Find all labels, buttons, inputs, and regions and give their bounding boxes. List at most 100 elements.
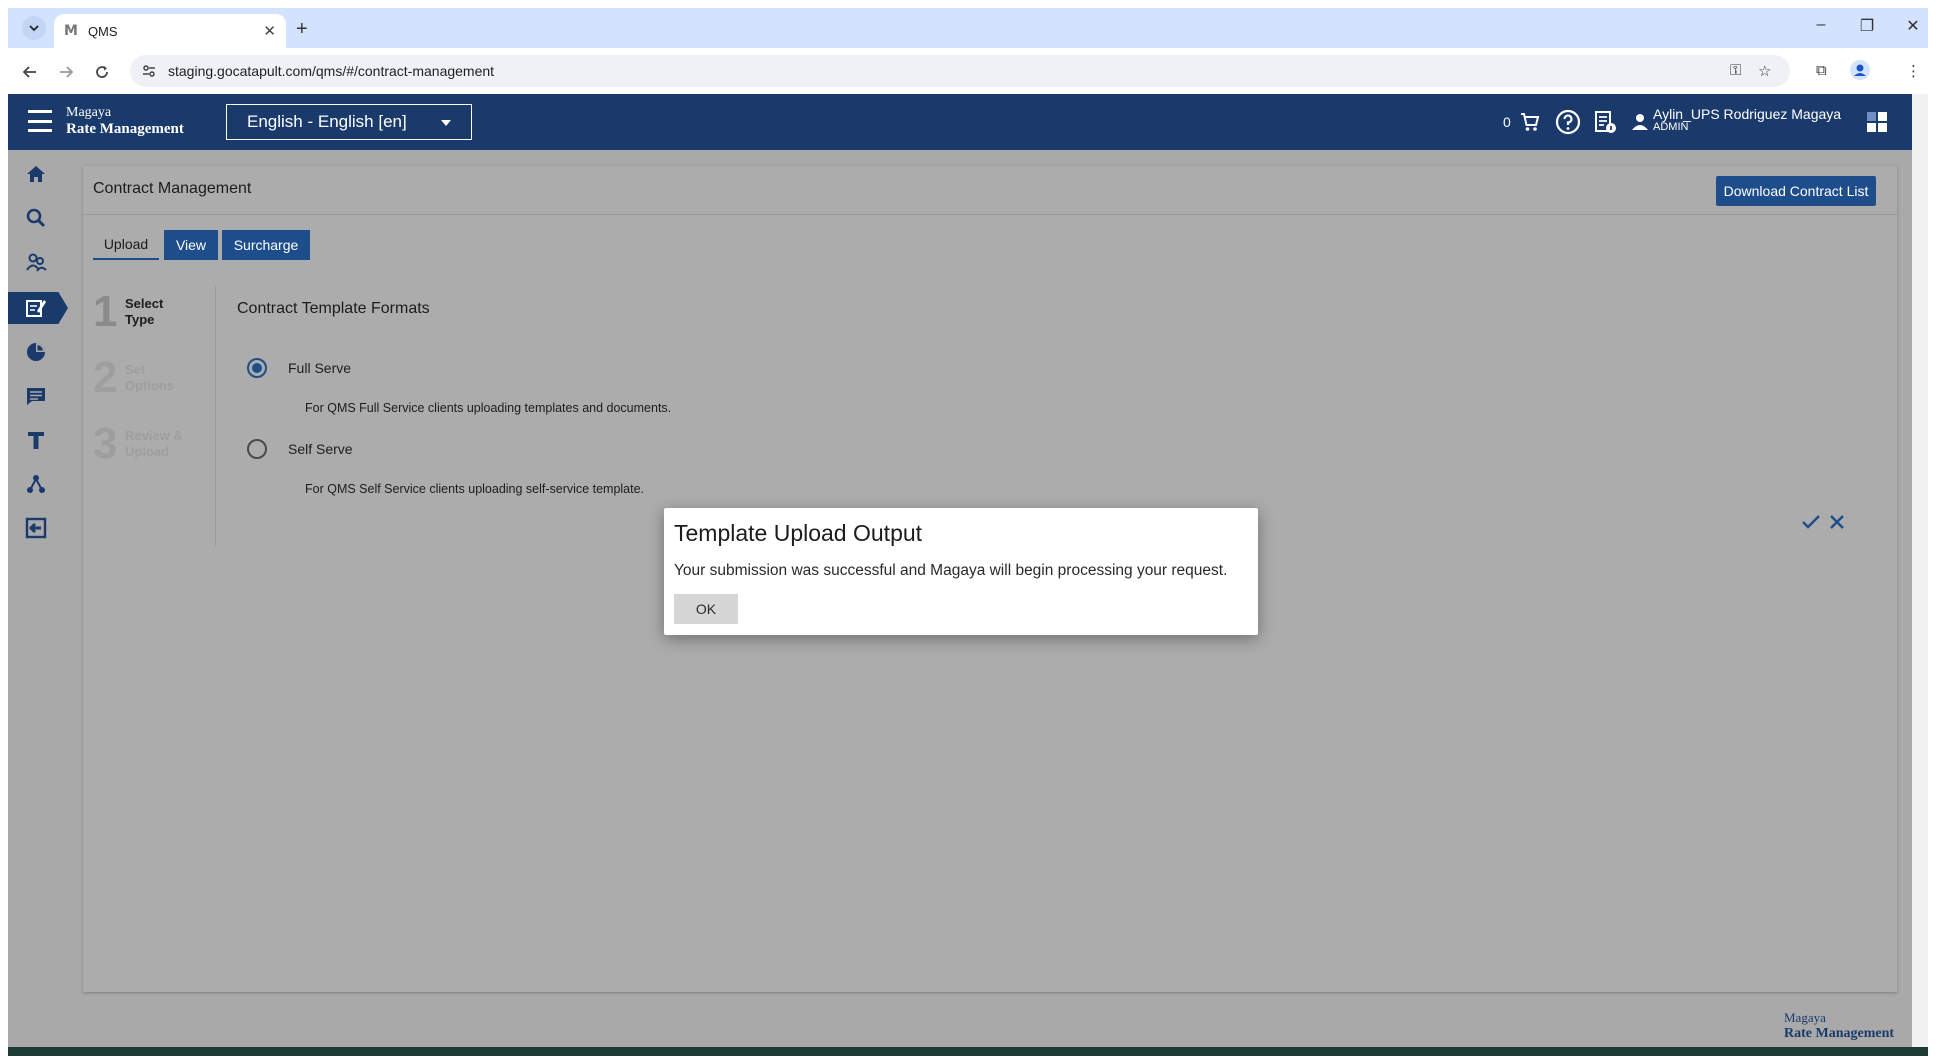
home-icon — [27, 166, 45, 182]
restore-button[interactable]: ❐ — [1852, 16, 1882, 36]
sidebar-item-search[interactable] — [24, 206, 48, 230]
hamburger-menu-icon[interactable] — [28, 110, 52, 132]
sidebar-item-logout[interactable] — [24, 516, 48, 540]
browser-tab-title: QMS — [87, 23, 118, 39]
caret-down-icon — [441, 120, 451, 126]
sidebar-item-messages[interactable] — [24, 384, 48, 408]
sidebar-item-users[interactable] — [24, 250, 48, 274]
profile-icon — [1850, 60, 1870, 80]
bookmark-star-icon[interactable]: ☆ — [1758, 62, 1771, 80]
app-brand-logo: Magaya Rate Management — [66, 104, 184, 138]
left-sidebar — [8, 150, 68, 1050]
tab-surcharge[interactable]: Surcharge — [222, 230, 310, 260]
reports-button[interactable] — [1592, 94, 1618, 150]
url-text: staging.gocatapult.com/qms/#/contract-ma… — [168, 63, 495, 79]
forward-button[interactable] — [54, 60, 78, 84]
full-serve-label[interactable]: Full Serve — [288, 360, 351, 376]
section-title: Contract Template Formats — [237, 300, 430, 317]
browser-tab[interactable]: M QMS ✕ — [54, 14, 286, 48]
sidebar-item-contracts[interactable] — [24, 296, 48, 320]
app-switcher-button[interactable] — [1866, 94, 1888, 150]
step-number: 3 — [93, 419, 118, 468]
sidebar-item-home[interactable] — [24, 162, 48, 186]
logout-icon — [25, 517, 47, 539]
browser-toolbar: staging.gocatapult.com/qms/#/contract-ma… — [8, 48, 1928, 94]
back-button[interactable] — [18, 60, 42, 84]
self-serve-radio[interactable] — [247, 439, 267, 459]
window-close-button[interactable]: ✕ — [1898, 16, 1928, 36]
close-icon[interactable] — [1827, 512, 1847, 532]
self-serve-label[interactable]: Self Serve — [288, 441, 353, 457]
shopping-cart-icon — [1521, 113, 1540, 131]
template-upload-output-dialog: Template Upload Output Your submission w… — [664, 508, 1258, 635]
reload-button[interactable] — [90, 60, 114, 84]
stepper-divider — [215, 286, 216, 546]
user-role: ADMIN — [1653, 121, 1689, 133]
apps-grid-icon — [1867, 112, 1887, 132]
edit-document-icon — [26, 300, 46, 317]
footer-brand-line2: Rate Management — [1784, 1026, 1895, 1041]
step-label: Select Type — [125, 296, 164, 327]
checkmark-icon[interactable] — [1801, 512, 1821, 532]
step-label: Set Options — [125, 362, 175, 393]
brand-line1: Magaya — [66, 105, 112, 120]
site-settings-icon[interactable] — [142, 64, 156, 78]
address-bar[interactable]: staging.gocatapult.com/qms/#/contract-ma… — [130, 55, 1790, 87]
help-circle-icon — [1555, 109, 1581, 135]
step-review-upload: 3 Review & Upload — [93, 422, 191, 466]
chevron-down-icon — [29, 25, 39, 32]
notes-info-icon — [1595, 111, 1616, 133]
step-set-options: 2 Set Options — [93, 356, 181, 400]
page-title: Contract Management — [93, 180, 252, 197]
help-button[interactable] — [1554, 94, 1582, 150]
chat-icon — [27, 388, 45, 405]
divider — [83, 214, 1897, 215]
sidebar-item-templates[interactable] — [24, 428, 48, 452]
text-t-icon — [28, 432, 44, 449]
footer-brand-logo: Magaya Rate Management — [1784, 1010, 1894, 1042]
page-scrollbar[interactable] — [1912, 94, 1928, 1050]
language-select[interactable]: English - English [en] — [226, 104, 472, 140]
step-label: Review & Upload — [125, 428, 183, 459]
pie-chart-icon — [27, 343, 45, 361]
profile-avatar[interactable] — [1850, 60, 1870, 80]
tab-search-button[interactable] — [22, 16, 46, 40]
language-select-value: English - English [en] — [247, 112, 407, 131]
user-info[interactable]: Aylin_UPS Rodriguez Magaya ADMIN — [1653, 106, 1842, 134]
qms-favicon-icon: M — [64, 23, 78, 39]
tab-view[interactable]: View — [164, 230, 218, 260]
browser-tab-strip: M QMS ✕ + – ❐ ✕ — [8, 8, 1928, 48]
confirm-actions — [1801, 512, 1847, 532]
tab-upload[interactable]: Upload — [93, 230, 159, 260]
footer-brand-line1: Magaya — [1784, 1010, 1826, 1025]
minimize-button[interactable]: – — [1806, 16, 1836, 34]
cart-button[interactable] — [1518, 94, 1542, 150]
self-serve-description: For QMS Self Service clients uploading s… — [305, 482, 645, 496]
reload-icon — [96, 66, 108, 78]
sidebar-item-network[interactable] — [24, 472, 48, 496]
browser-menu-icon[interactable]: ⋮ — [1906, 62, 1921, 80]
new-tab-button[interactable]: + — [296, 18, 308, 41]
dialog-message: Your submission was successful and Magay… — [674, 562, 1228, 579]
close-tab-icon[interactable]: ✕ — [263, 22, 276, 40]
step-number: 1 — [93, 287, 118, 336]
user-icon[interactable] — [1630, 94, 1650, 150]
ok-button[interactable]: OK — [674, 594, 738, 624]
full-serve-radio[interactable] — [247, 358, 267, 378]
dialog-title: Template Upload Output — [674, 520, 923, 546]
step-select-type: 1 Select Type — [93, 290, 173, 334]
arrow-left-icon — [22, 66, 36, 78]
user-name: Aylin_UPS Rodriguez Magaya — [1653, 106, 1842, 122]
app-header: Magaya Rate Management English - English… — [8, 94, 1912, 150]
step-number: 2 — [93, 353, 118, 402]
network-nodes-icon — [27, 475, 45, 493]
password-key-icon[interactable]: ⚿ — [1730, 62, 1741, 79]
os-taskbar — [8, 1047, 1928, 1056]
users-icon — [26, 253, 47, 272]
cart-count: 0 — [1503, 114, 1511, 130]
extensions-icon[interactable]: ⧉ — [1816, 62, 1827, 79]
full-serve-description: For QMS Full Service clients uploading t… — [305, 401, 672, 415]
sidebar-item-analytics[interactable] — [24, 340, 48, 364]
download-contract-list-button[interactable]: Download Contract List — [1716, 176, 1876, 206]
brand-line2: Rate Management — [66, 121, 184, 137]
